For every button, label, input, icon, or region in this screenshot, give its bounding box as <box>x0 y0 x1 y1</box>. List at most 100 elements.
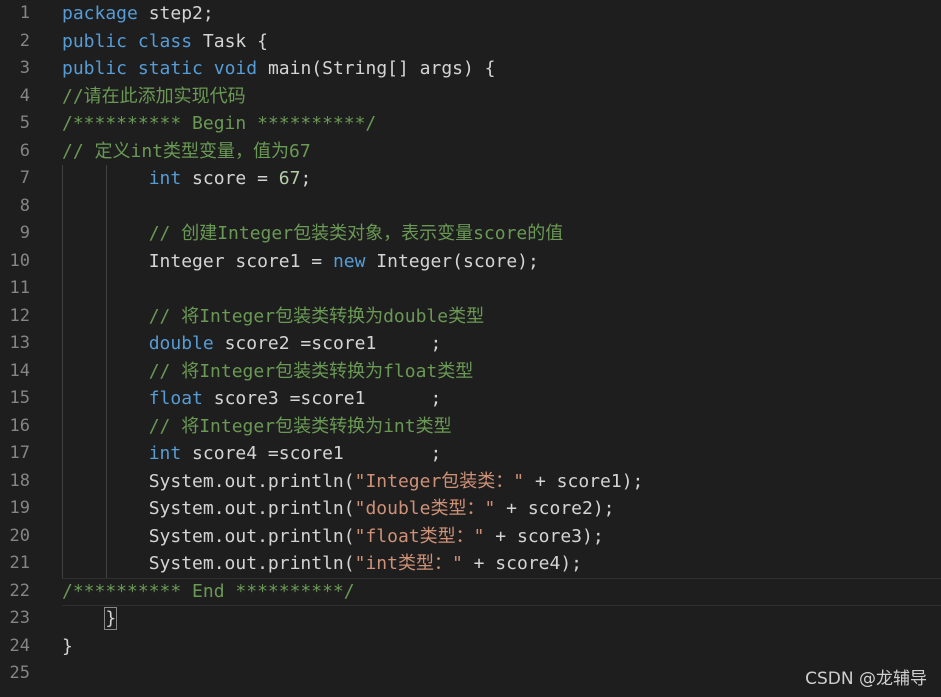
line-number: 8 <box>19 195 30 216</box>
code-token: /********** End **********/ <box>62 580 355 602</box>
line-number: 23 <box>9 608 30 628</box>
line-code: // 将Integer包装类转换为float类型 <box>62 358 474 386</box>
line-code: public static void main(String[] args) { <box>62 55 496 83</box>
code-token: /********** Begin **********/ <box>62 113 377 134</box>
code-token: step2; <box>137 3 214 24</box>
line-number: 6 <box>19 140 30 161</box>
line-code: /********** End **********/ <box>62 578 355 606</box>
line-code: //请在此添加实现代码 <box>62 83 246 111</box>
line-code: System.out.println("float类型：" + score3); <box>62 523 604 551</box>
line-number: 18 <box>9 470 30 491</box>
code-line[interactable]: 24} <box>0 633 941 661</box>
code-line[interactable]: 12 // 将Integer包装类转换为double类型 <box>0 303 941 331</box>
line-code: int score = 67; <box>62 165 312 193</box>
code-line[interactable]: 7 int score = 67; <box>0 165 941 193</box>
code-token: "float类型：" <box>354 525 485 547</box>
code-token: 67 <box>278 168 301 189</box>
code-line[interactable]: 15 float score3 =score1 ; <box>0 385 941 413</box>
code-line[interactable]: 11 <box>0 275 941 303</box>
code-line[interactable]: 10 Integer score1 = new Integer(score); <box>0 248 941 276</box>
code-token: package <box>62 3 138 24</box>
code-line[interactable]: 8 <box>0 193 941 221</box>
line-code: // 创建Integer包装类对象，表示变量score的值 <box>62 220 564 248</box>
code-token: System.out.println( <box>62 498 355 519</box>
code-token: double <box>148 333 214 354</box>
code-token: score3 =score1 ; <box>202 388 442 409</box>
code-line[interactable]: 2 public class Task { <box>0 28 941 56</box>
line-number: 12 <box>9 305 30 326</box>
line-code: double score2 =score1 ; <box>62 330 442 358</box>
code-line[interactable]: 23 } <box>0 605 941 633</box>
code-token: System.out.println( <box>62 525 355 547</box>
code-line[interactable]: 4 //请在此添加实现代码 <box>0 83 941 111</box>
line-number: 14 <box>9 360 30 381</box>
line-code: package step2; <box>62 0 214 28</box>
code-line[interactable]: 6 // 定义int类型变量，值为67 <box>0 138 941 166</box>
line-code: float score3 =score1 ; <box>62 385 442 413</box>
line-number: 10 <box>9 250 30 271</box>
line-number: 4 <box>19 85 30 106</box>
code-token: ; <box>300 168 312 189</box>
code-token: } <box>62 635 73 657</box>
code-line[interactable]: 9 // 创建Integer包装类对象，表示变量score的值 <box>0 220 941 248</box>
watermark: CSDN @龙辅导 <box>805 669 927 689</box>
code-line[interactable]: 20 System.out.println("float类型：" + score… <box>0 523 941 551</box>
code-line[interactable]: 19 System.out.println("double类型：" + scor… <box>0 495 941 523</box>
code-token: // 将Integer包装类转换为float类型 <box>148 360 474 382</box>
line-number: 13 <box>9 333 30 353</box>
line-code: System.out.println("int类型：" + score4); <box>62 550 582 578</box>
code-token: + score3); <box>484 525 604 547</box>
line-code: Integer score1 = new Integer(score); <box>62 248 539 276</box>
line-number: 17 <box>9 443 30 463</box>
code-token: //请在此添加实现代码 <box>62 85 246 107</box>
code-token: + score4); <box>462 553 583 574</box>
code-token: static <box>137 58 203 79</box>
code-token: "double类型：" <box>354 498 496 519</box>
line-number: 16 <box>9 415 30 436</box>
code-line[interactable]: 25 <box>0 660 941 688</box>
code-line[interactable]: 21 System.out.println("int类型：" + score4)… <box>0 550 941 578</box>
line-number: 21 <box>9 553 30 573</box>
line-number: 9 <box>19 223 30 243</box>
code-line[interactable]: 3 public static void main(String[] args) … <box>0 55 941 83</box>
line-code: System.out.println("Integer包装类：" + score… <box>62 468 644 496</box>
code-token: "Integer包装类：" <box>354 470 525 492</box>
code-token: // 将Integer包装类转换为double类型 <box>148 305 485 327</box>
code-line[interactable]: 13 double score2 =score1 ; <box>0 330 941 358</box>
line-code: System.out.println("double类型：" + score2)… <box>62 495 615 523</box>
line-code: public class Task { <box>62 28 268 56</box>
line-code: // 将Integer包装类转换为int类型 <box>62 413 452 441</box>
code-line[interactable]: 22 /********** End **********/ <box>0 578 941 606</box>
code-token: score4 =score1 ; <box>181 443 442 464</box>
code-line[interactable]: 17 int score4 =score1 ; <box>0 440 941 468</box>
code-line[interactable]: 18 System.out.println("Integer包装类：" + sc… <box>0 468 941 496</box>
line-number: 19 <box>9 498 30 518</box>
code-line[interactable]: 1 package step2; <box>0 0 941 28</box>
code-token: main(String[] args) { <box>257 58 496 79</box>
code-line[interactable]: 14 // 将Integer包装类转换为float类型 <box>0 358 941 386</box>
code-token: + score1); <box>524 470 644 492</box>
code-token: System.out.println( <box>62 553 355 574</box>
code-token: + score2); <box>495 498 615 519</box>
code-token: public <box>62 30 128 52</box>
line-code: } <box>62 633 73 661</box>
line-code: } <box>62 605 118 633</box>
line-number: 7 <box>19 168 30 188</box>
code-editor[interactable]: 1 package step2; 2 public class Task {3 publ… <box>0 0 941 697</box>
code-line[interactable]: 5 /********** Begin **********/ <box>0 110 941 138</box>
code-line[interactable]: 16 // 将Integer包装类转换为int类型 <box>0 413 941 441</box>
line-code: // 将Integer包装类转换为double类型 <box>62 303 484 331</box>
code-token: score = <box>181 168 279 189</box>
line-code: // 定义int类型变量，值为67 <box>62 138 311 166</box>
code-token: score2 =score1 ; <box>213 333 442 354</box>
code-token: // 将Integer包装类转换为int类型 <box>148 415 452 437</box>
line-number: 5 <box>19 113 30 133</box>
line-number: 1 <box>19 3 30 23</box>
